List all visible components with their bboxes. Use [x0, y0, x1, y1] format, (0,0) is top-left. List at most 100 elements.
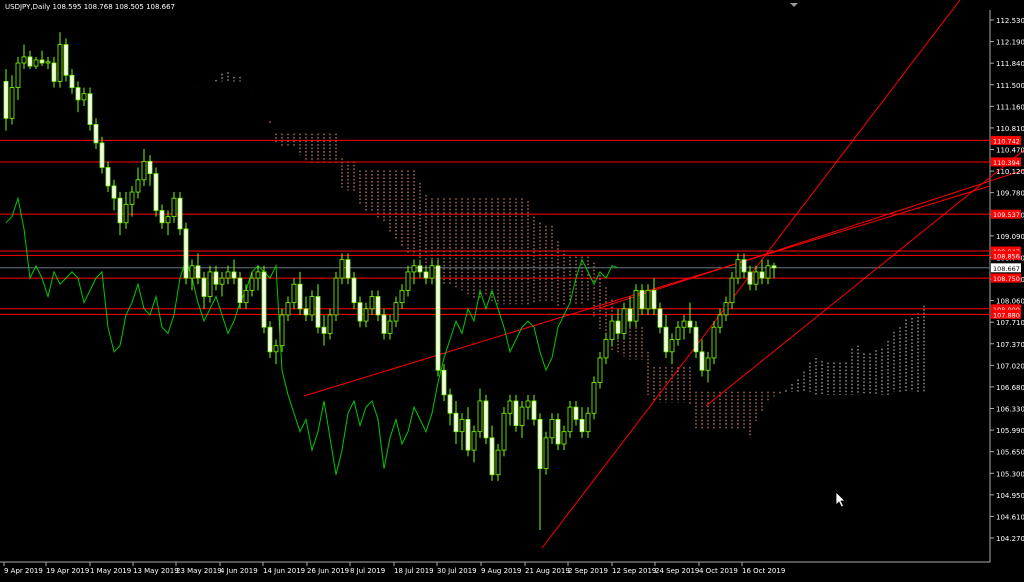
candle-bear [303, 308, 309, 316]
candle-bear [39, 59, 45, 64]
candle-bear [237, 277, 243, 304]
candle-bull [645, 289, 651, 310]
candle-bear [3, 81, 9, 119]
candle-bull [327, 314, 333, 334]
candle-bull [471, 431, 477, 451]
candle-bear [687, 320, 693, 328]
y-tick-label: 111.500 [996, 82, 1024, 90]
y-tick-label: 110.470 [996, 147, 1024, 155]
candle-bear [513, 400, 519, 426]
candle-bull [291, 283, 297, 304]
candle-bear [213, 271, 219, 285]
mouse-pointer-icon [836, 492, 846, 508]
candle-bear [453, 412, 459, 433]
candle-bear [537, 419, 543, 469]
candle-bear [51, 62, 57, 82]
y-tick-label: 111.840 [996, 60, 1024, 68]
x-tick-label: 9 Apr 2019 [4, 567, 43, 575]
candle-bull [477, 400, 483, 433]
x-tick-label: 30 Jul 2019 [437, 567, 477, 575]
candle-bull [429, 265, 435, 279]
x-tick-label: 2 Sep 2019 [568, 567, 608, 575]
candle-bear [315, 296, 321, 328]
candle-bear [741, 259, 747, 273]
candle-bull [405, 271, 411, 291]
candle-bear [117, 197, 123, 224]
y-tick-label: 112.190 [996, 39, 1024, 47]
candle-bear [699, 351, 705, 371]
candle-bear [93, 124, 99, 144]
candle-bull [567, 406, 573, 433]
candle-bear [267, 326, 273, 353]
candle-bull [591, 382, 597, 414]
price-tag-label: 110.394 [993, 159, 1020, 167]
candle-bull [189, 265, 195, 279]
candle-bull [135, 179, 141, 193]
candle-bull [585, 412, 591, 433]
x-tick-label: 14 Jun 2019 [263, 567, 305, 575]
chart-window[interactable]: 112.530 112.190 111.840 111.500 111.160 110.8… [0, 0, 1024, 578]
candle-bear [99, 142, 105, 168]
candle-bear [321, 326, 327, 334]
candle-bull [123, 203, 129, 224]
price-tag-label: 110.742 [993, 137, 1020, 145]
candle-bull [141, 160, 147, 181]
candle-bull [543, 437, 549, 469]
candle-bull [285, 302, 291, 316]
candle-bull [33, 59, 39, 67]
candle-bull [243, 289, 249, 304]
candle-bull [225, 271, 231, 279]
candle-bear [555, 419, 561, 445]
x-tick-label: 13 May 2019 [133, 567, 179, 575]
y-tick-label: 104.270 [996, 535, 1024, 543]
candle-bear [63, 44, 69, 76]
candle-bull [753, 271, 759, 285]
y-tick-label: 112.530 [996, 17, 1024, 25]
candle-bull [399, 289, 405, 304]
y-tick-label: 105.990 [996, 427, 1024, 435]
x-tick-label: 21 Aug 2019 [525, 567, 570, 575]
candle-bear [531, 400, 537, 420]
candle-bull [81, 93, 87, 101]
candle-bear [183, 228, 189, 279]
candle-bear [489, 437, 495, 476]
candle-bear [417, 265, 423, 273]
candle-bull [597, 357, 603, 383]
candle-bear [771, 265, 777, 269]
candle-bear [663, 326, 669, 353]
y-tick-label: 106.680 [996, 384, 1024, 392]
x-tick-label: 1 May 2019 [90, 567, 131, 575]
candle-bull [675, 326, 681, 340]
x-tick-label: 24 Sep 2019 [655, 567, 699, 575]
candle-bull [561, 431, 567, 445]
candle-bear [627, 308, 633, 322]
candle-bull [681, 320, 687, 328]
candle-bull [333, 277, 339, 316]
candle-bear [639, 289, 645, 310]
candle-bear [441, 369, 447, 396]
y-tick-label: 111.160 [996, 103, 1024, 111]
candle-bear [747, 271, 753, 285]
y-tick-label: 105.300 [996, 470, 1024, 478]
candle-bull [15, 62, 21, 88]
candle-bear [381, 314, 387, 334]
candle-bear [111, 185, 117, 199]
price-chart[interactable]: 112.530 112.190 111.840 111.500 111.160 110.8… [0, 0, 1024, 578]
candle-bull [501, 412, 507, 451]
candle-bull [765, 265, 771, 279]
candle-bull [279, 314, 285, 347]
candle-bear [261, 271, 267, 328]
candle-bear [201, 277, 207, 297]
candle-bear [759, 271, 765, 279]
x-tick-label: 9 Aug 2019 [481, 567, 521, 575]
candle-bull [711, 326, 717, 359]
candle-bull [171, 197, 177, 218]
candle-bull [207, 271, 213, 297]
y-tick-label: 110.120 [996, 168, 1024, 176]
candle-bull [57, 44, 63, 82]
candle-bear [693, 326, 699, 353]
candle-bear [573, 406, 579, 420]
x-tick-label: 19 Apr 2019 [46, 567, 89, 575]
candle-bear [615, 320, 621, 334]
candle-bull [549, 419, 555, 439]
